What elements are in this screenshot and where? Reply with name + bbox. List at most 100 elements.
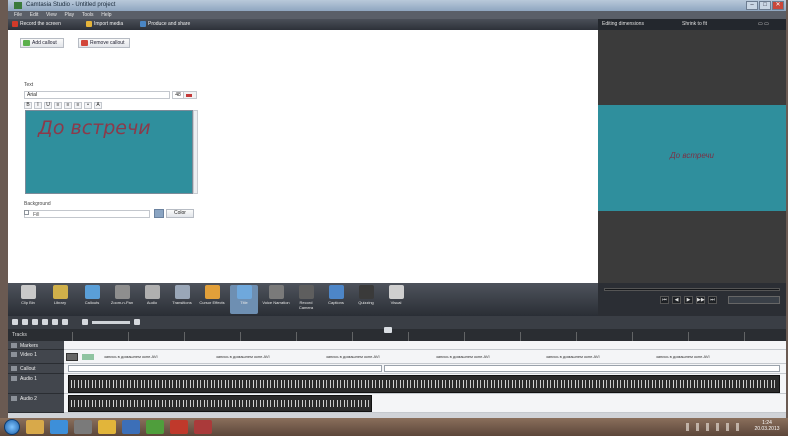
chrome-icon[interactable] <box>98 420 116 434</box>
redo-icon[interactable] <box>22 319 28 325</box>
callout-marker[interactable] <box>82 354 94 360</box>
copy-icon[interactable] <box>52 319 58 325</box>
callout-text-editor[interactable]: До встречи <box>25 110 193 194</box>
track-header-audio-1[interactable]: Audio 1 <box>8 374 64 394</box>
underline-button[interactable]: U <box>44 102 52 109</box>
align-center-button[interactable]: ≡ <box>64 102 72 109</box>
background-fill-checkbox[interactable] <box>24 210 29 215</box>
background-color-button[interactable]: Color <box>166 209 194 218</box>
zoom-slider[interactable] <box>92 321 130 324</box>
clock[interactable]: 1:24 20.03.2013 <box>750 420 784 432</box>
task-tab[interactable]: Clip Bin <box>14 285 42 314</box>
audio-waveform[interactable] <box>68 375 780 393</box>
task-tab[interactable]: Callouts <box>78 285 106 314</box>
camtasia-icon[interactable] <box>146 420 164 434</box>
track-header-markers[interactable]: Markers <box>8 341 64 350</box>
task-tab[interactable]: Zoom-n-Pan <box>108 285 136 314</box>
task-label: Voice Narration <box>262 300 290 305</box>
app-icon[interactable] <box>194 420 212 434</box>
track-header-callout[interactable]: Callout <box>8 364 64 374</box>
preview-frame[interactable]: До встречи <box>598 105 786 211</box>
editing-dimensions-dropdown[interactable]: Editing dimensions <box>602 21 644 27</box>
transitions-icon <box>174 285 190 299</box>
menu-help[interactable]: Help <box>101 11 111 19</box>
word-icon[interactable] <box>122 420 140 434</box>
align-right-button[interactable]: ≡ <box>74 102 82 109</box>
task-tab[interactable]: Transitions <box>168 285 196 314</box>
audio-waveform[interactable] <box>68 395 372 412</box>
cut-icon[interactable] <box>32 319 38 325</box>
paste-icon[interactable] <box>62 319 68 325</box>
font-select[interactable]: Arial <box>24 91 170 99</box>
system-tray[interactable] <box>686 423 746 431</box>
text-color-button[interactable] <box>183 91 197 99</box>
task-tab[interactable]: Audio <box>138 285 166 314</box>
minimize-button[interactable]: – <box>746 1 758 10</box>
produce-share-button[interactable]: Produce and share <box>140 21 190 28</box>
previous-clip-button[interactable]: ⏮ <box>660 296 669 304</box>
italic-button[interactable]: I <box>34 102 42 109</box>
callout-clip[interactable] <box>384 365 780 372</box>
clip-thumbnail[interactable] <box>66 353 78 361</box>
close-button[interactable]: ✕ <box>772 1 784 10</box>
remove-callout-button[interactable]: Remove callout <box>78 38 130 48</box>
lane-callout[interactable] <box>64 364 786 374</box>
next-clip-button[interactable]: ⏭ <box>708 296 717 304</box>
task-tab[interactable]: Cursor Effects <box>198 285 226 314</box>
editor-scrollbar[interactable] <box>193 110 198 194</box>
menu-file[interactable]: File <box>14 11 22 19</box>
track-header-video-1[interactable]: Video 1 <box>8 350 64 364</box>
task-tab[interactable]: Quizzing <box>352 285 380 314</box>
track-header-audio-2[interactable]: Audio 2 <box>8 394 64 413</box>
visual-icon <box>388 285 404 299</box>
split-icon[interactable] <box>42 319 48 325</box>
record-screen-button[interactable]: Record the screen <box>12 21 61 28</box>
fast-forward-button[interactable]: ▶▶ <box>696 296 705 304</box>
task-tab[interactable]: Visual <box>382 285 410 314</box>
ie-icon[interactable] <box>50 420 68 434</box>
menu-play[interactable]: Play <box>64 11 74 19</box>
lane-video-1[interactable]: запись в домашнем окне.AVI запись в домаш… <box>64 350 786 364</box>
cursor-icon <box>204 285 220 299</box>
zoom-icon <box>114 285 130 299</box>
zoom-dropdown[interactable]: Shrink to fit <box>682 21 707 27</box>
acrobat-icon[interactable] <box>170 420 188 434</box>
detach-icon[interactable]: ▭ ▭ <box>758 21 769 27</box>
lane-audio-1[interactable] <box>64 374 786 394</box>
mic-icon <box>268 285 284 299</box>
zoom-in-icon[interactable] <box>134 319 140 325</box>
menu-tools[interactable]: Tools <box>82 11 94 19</box>
bullets-button[interactable]: • <box>84 102 92 109</box>
menu-view[interactable]: View <box>46 11 57 19</box>
undo-icon[interactable] <box>12 319 18 325</box>
task-tab[interactable]: Record Camera <box>292 285 320 314</box>
background-color-swatch[interactable] <box>154 209 164 218</box>
callout-clip[interactable] <box>68 365 382 372</box>
lane-audio-2[interactable] <box>64 394 786 413</box>
align-left-button[interactable]: ≡ <box>54 102 62 109</box>
play-button[interactable]: ▶ <box>684 296 693 304</box>
zoom-out-icon[interactable] <box>82 319 88 325</box>
playback-controls: ⏮ ◀ ▶ ▶▶ ⏭ <box>598 283 786 316</box>
media-icon[interactable] <box>74 420 92 434</box>
timeline-ruler[interactable]: Tracks <box>8 329 786 341</box>
menu-edit[interactable]: Edit <box>30 11 39 19</box>
explorer-icon[interactable] <box>26 420 44 434</box>
task-tab[interactable]: Captions <box>322 285 350 314</box>
import-media-button[interactable]: Import media <box>86 21 123 28</box>
playhead[interactable] <box>384 327 392 333</box>
add-callout-button[interactable]: Add callout <box>20 38 64 48</box>
seek-bar[interactable] <box>604 288 780 291</box>
rewind-button[interactable]: ◀ <box>672 296 681 304</box>
task-tab[interactable]: Library <box>46 285 74 314</box>
track-name: Audio 1 <box>20 376 37 382</box>
task-tab[interactable]: Title <box>230 285 258 314</box>
start-button[interactable] <box>4 419 20 435</box>
text-style-button[interactable]: A <box>94 102 102 109</box>
task-tab[interactable]: Voice Narration <box>262 285 290 314</box>
bold-button[interactable]: B <box>24 102 32 109</box>
clip-label: запись в домашнем окне.AVI <box>104 354 158 359</box>
maximize-button[interactable]: □ <box>759 1 771 10</box>
lane-markers[interactable] <box>64 341 786 350</box>
background-fill-field[interactable]: Fill <box>24 210 150 218</box>
